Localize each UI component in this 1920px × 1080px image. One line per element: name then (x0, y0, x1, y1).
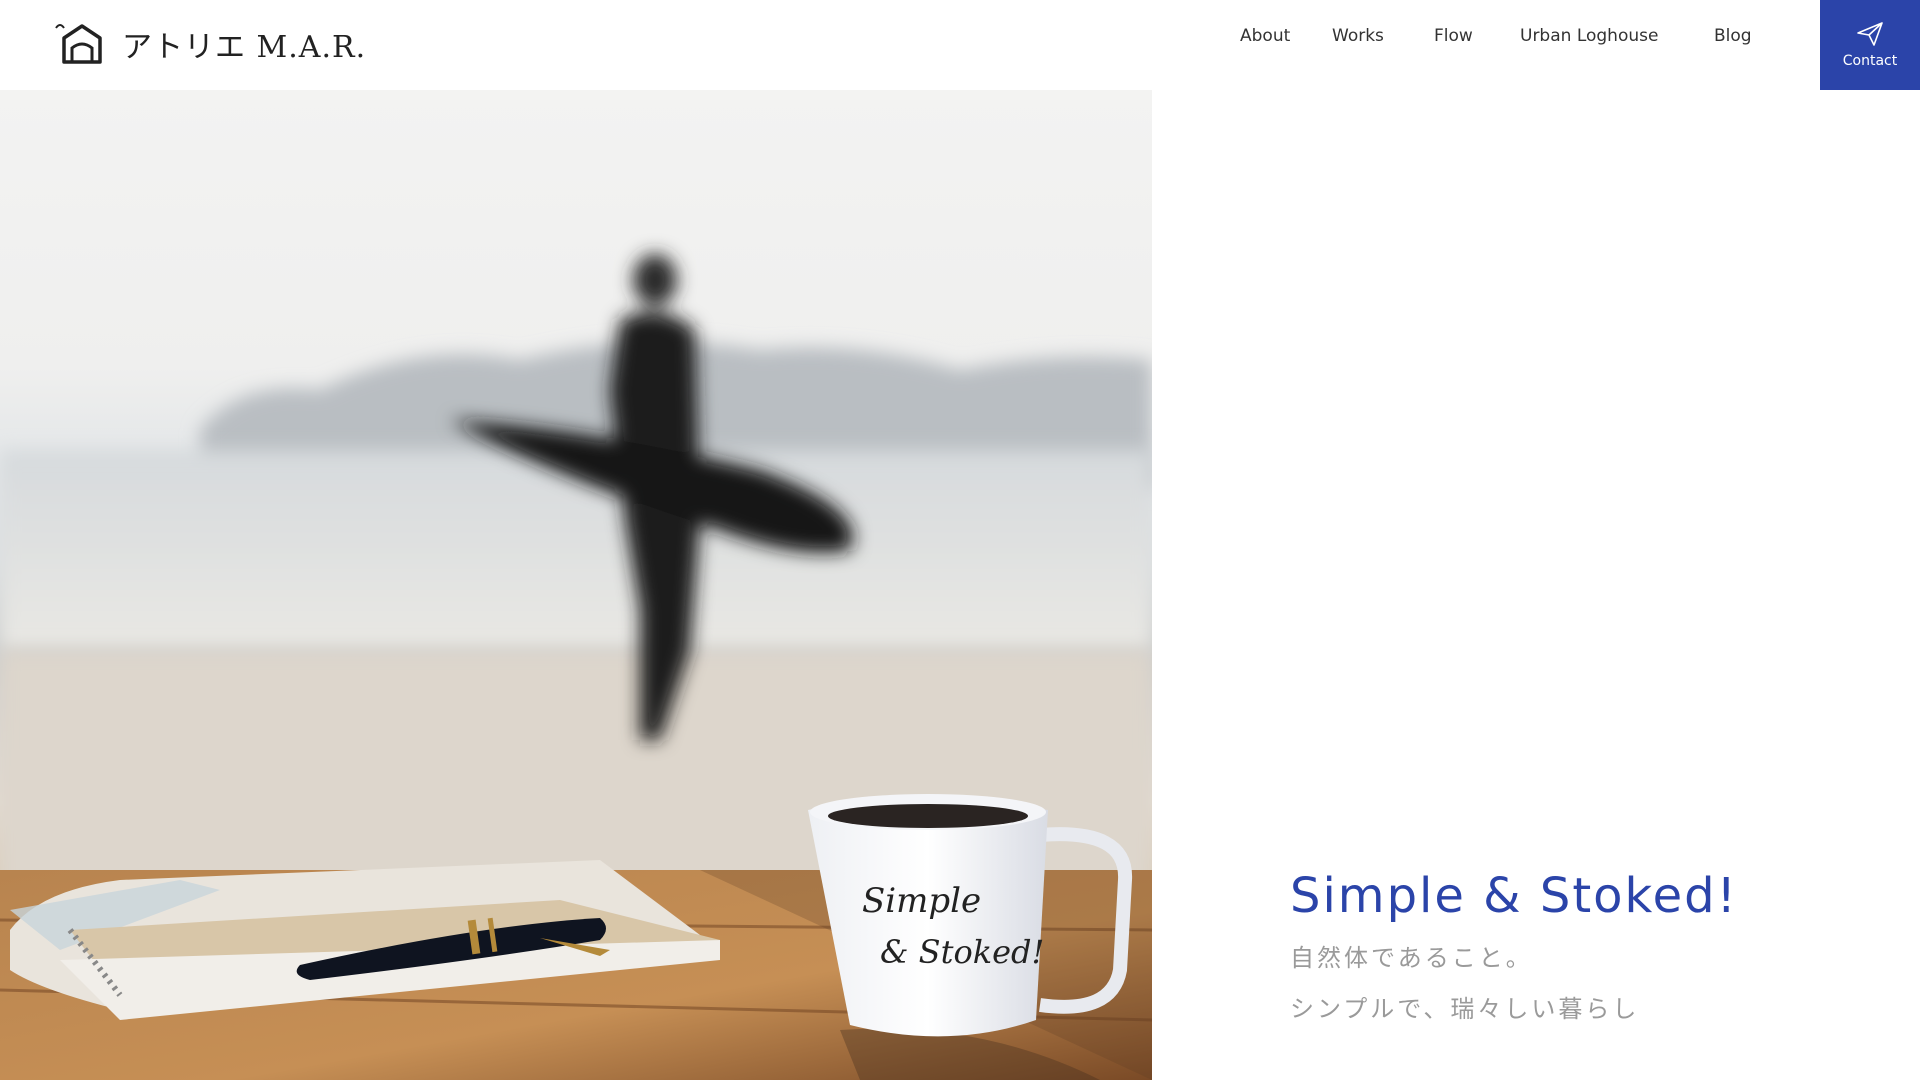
tagline-line-2: シンプルで、瑞々しい暮らし (1290, 995, 1640, 1023)
mug-text-line1: Simple (862, 881, 981, 921)
mug-text-line2: & Stoked! (880, 933, 1044, 971)
nav-flow[interactable]: Flow (1434, 26, 1473, 46)
paper-plane-icon (1857, 22, 1883, 46)
nav-urban-loghouse[interactable]: Urban Loghouse (1520, 26, 1658, 46)
hero-illustration: Simple & Stoked! (0, 254, 1152, 1080)
nav-blog[interactable]: Blog (1714, 26, 1752, 46)
site-logo[interactable]: アトリエ M.A.R. (50, 18, 366, 70)
nav-about[interactable]: About (1240, 26, 1290, 46)
contact-button[interactable]: Contact (1820, 0, 1920, 90)
house-logo-icon (55, 24, 102, 64)
site-header: アトリエ M.A.R. About Works Flow Urban Logho… (0, 0, 1920, 90)
nav-works[interactable]: Works (1332, 26, 1384, 46)
tagline: Simple & Stoked! 自然体であること。 シンプルで、瑞々しい暮らし (1290, 868, 1738, 1024)
contact-label: Contact (1842, 53, 1898, 69)
tagline-title: Simple & Stoked! (1290, 868, 1738, 924)
hero-photo: Simple & Stoked! (0, 90, 1152, 1080)
sea (0, 450, 1152, 650)
tagline-line-1: 自然体であること。 (1290, 944, 1533, 972)
logo-text: アトリエ M.A.R. (122, 30, 367, 65)
